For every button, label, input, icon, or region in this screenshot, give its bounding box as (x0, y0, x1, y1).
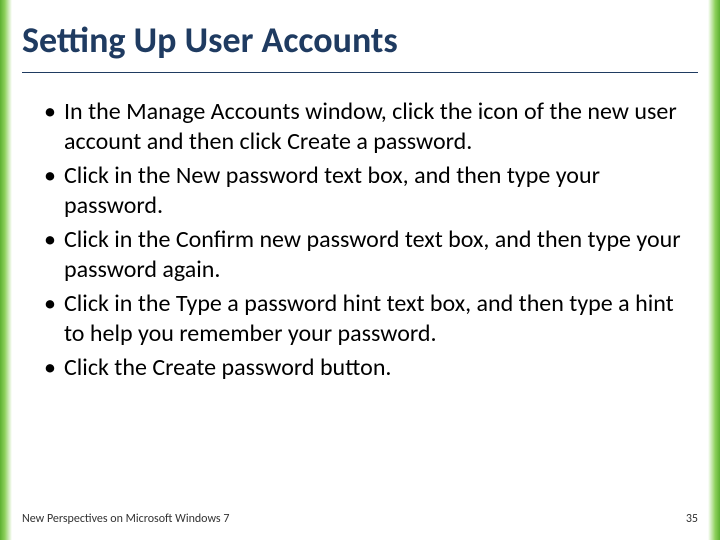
bullet-item: Click the Create password button. (44, 353, 688, 383)
slide-footer: New Perspectives on Microsoft Windows 7 … (22, 512, 698, 526)
bullet-list: In the Manage Accounts window, click the… (22, 97, 698, 383)
slide-title: Setting Up User Accounts (22, 18, 698, 73)
bullet-item: Click in the New password text box, and … (44, 161, 688, 221)
footer-source: New Perspectives on Microsoft Windows 7 (22, 512, 229, 526)
bullet-item: Click in the Confirm new password text b… (44, 225, 688, 285)
bullet-item: Click in the Type a password hint text b… (44, 289, 688, 349)
bullet-item: In the Manage Accounts window, click the… (44, 97, 688, 157)
right-decorative-border (708, 0, 720, 540)
slide-content: Setting Up User Accounts In the Manage A… (22, 18, 698, 540)
left-decorative-border (0, 0, 12, 540)
page-number: 35 (686, 512, 698, 526)
